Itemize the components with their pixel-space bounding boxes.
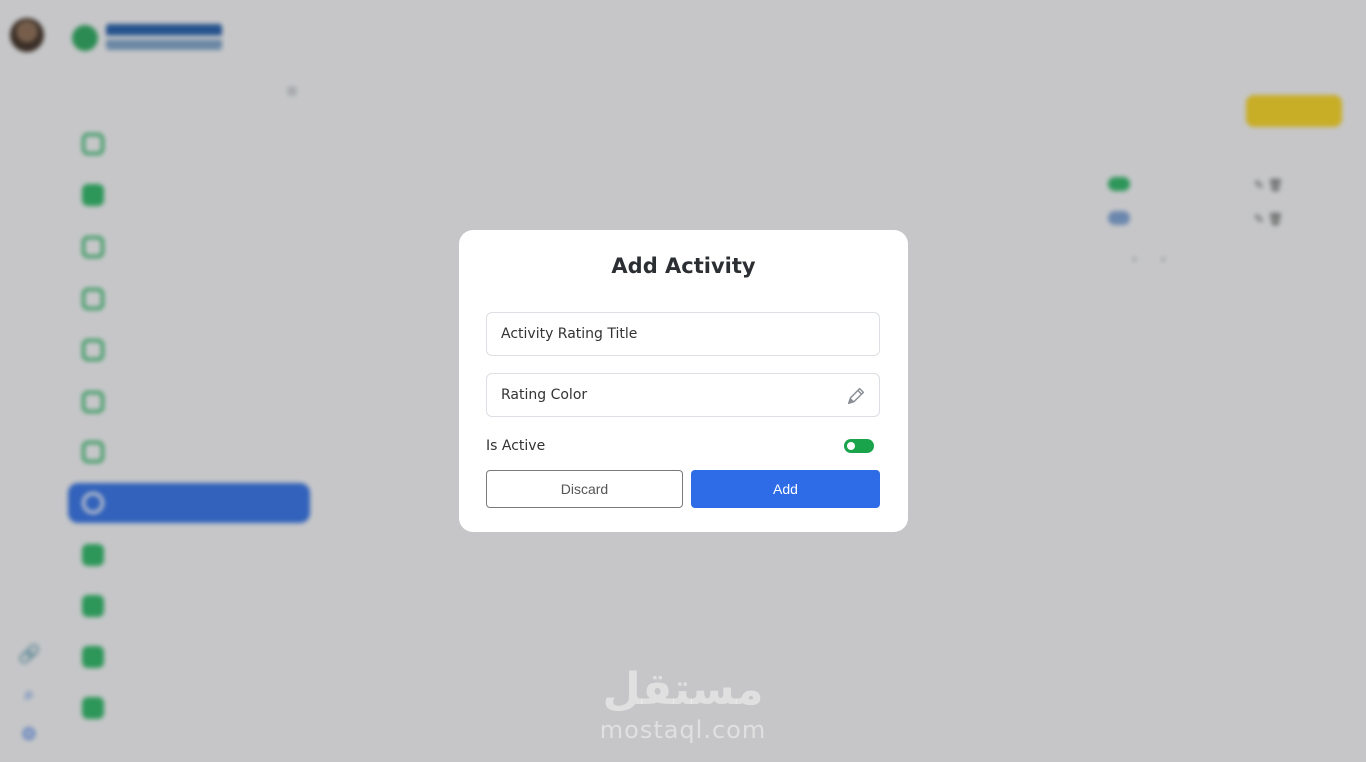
is-active-label: Is Active: [486, 438, 546, 454]
is-active-toggle[interactable]: [844, 439, 874, 453]
rating-color-placeholder: Rating Color: [501, 387, 588, 403]
color-picker-icon[interactable]: [845, 385, 867, 407]
add-button[interactable]: Add: [691, 470, 880, 508]
add-activity-modal: Add Activity Activity Rating Title Ratin…: [459, 230, 908, 532]
is-active-row: Is Active: [486, 437, 880, 455]
watermark-arabic: مستقل: [602, 664, 764, 715]
toggle-knob: [847, 442, 855, 450]
rating-color-input[interactable]: Rating Color: [486, 373, 880, 417]
watermark-latin: mostaql.com: [599, 716, 767, 744]
activity-rating-title-placeholder: Activity Rating Title: [501, 326, 638, 342]
discard-button[interactable]: Discard: [486, 470, 683, 508]
modal-title: Add Activity: [611, 254, 756, 278]
activity-rating-title-input[interactable]: Activity Rating Title: [486, 312, 880, 356]
